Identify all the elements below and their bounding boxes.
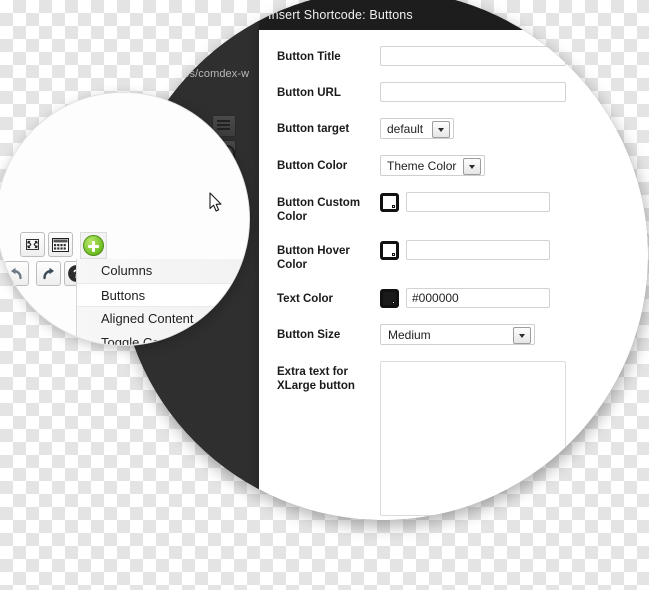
label-text-color: Text Color xyxy=(277,293,334,305)
dialog-title: Insert Shortcode: Buttons xyxy=(268,8,413,22)
label-button-size: Button Size xyxy=(277,329,341,341)
button-custom-color-input[interactable] xyxy=(406,192,550,212)
menu-item-toggle-content[interactable]: Toggle Content xyxy=(77,331,249,345)
menu-magnifier-circle: ? Columns Buttons Aligned Content Toggle… xyxy=(0,92,250,346)
insert-shortcode-dialog: Insert Shortcode: Buttons Button Title B… xyxy=(259,0,648,520)
color-swatch-icon[interactable] xyxy=(380,192,399,212)
field-row-button-title: Button Title xyxy=(259,46,648,66)
button-title-input[interactable] xyxy=(380,46,566,66)
label-button-custom-color: Button Custom Color xyxy=(277,197,361,223)
dialog-body: Button Title Button URL Button target de… xyxy=(259,30,648,520)
button-size-select[interactable]: Medium xyxy=(380,324,535,345)
add-shortcode-icon xyxy=(83,235,104,256)
fullscreen-button[interactable] xyxy=(20,232,45,257)
field-row-text-color: Text Color xyxy=(259,288,648,308)
text-color-input[interactable] xyxy=(406,288,550,308)
field-row-button-hover-color: Button Hover Color xyxy=(259,240,648,272)
chevron-down-icon xyxy=(463,158,481,175)
label-button-url: Button URL xyxy=(277,87,341,99)
fullscreen-icon xyxy=(26,239,39,250)
button-url-input[interactable] xyxy=(380,82,566,102)
chevron-down-icon xyxy=(432,121,450,138)
chevron-down-icon xyxy=(513,327,531,344)
color-swatch-icon[interactable] xyxy=(380,240,399,260)
field-row-button-url: Button URL xyxy=(259,82,648,102)
field-row-button-target: Button target default xyxy=(259,118,648,139)
menu-item-aligned-content[interactable]: Aligned Content xyxy=(77,307,249,331)
button-color-select[interactable]: Theme Color xyxy=(380,155,485,176)
field-row-extra-text: Extra text for XLarge button xyxy=(259,361,648,516)
label-button-color: Button Color xyxy=(277,160,348,172)
color-swatch-icon[interactable] xyxy=(380,288,399,308)
button-size-value: Medium xyxy=(388,327,431,342)
dialog-titlebar: Insert Shortcode: Buttons xyxy=(259,0,648,30)
transparency-canvas: m/themes/comdex-w page Insert Shortcode:… xyxy=(0,0,649,590)
menu-item-columns[interactable]: Columns xyxy=(77,259,249,283)
extra-text-textarea[interactable] xyxy=(380,361,566,516)
add-shortcode-button[interactable] xyxy=(80,232,107,259)
table-button[interactable] xyxy=(48,232,73,257)
undo-icon xyxy=(11,267,22,280)
table-icon xyxy=(52,237,69,252)
label-button-hover-color: Button Hover Color xyxy=(277,245,350,271)
field-row-button-size: Button Size Medium xyxy=(259,324,648,345)
field-row-button-color: Button Color Theme Color xyxy=(259,155,648,176)
label-button-target: Button target xyxy=(277,123,350,135)
button-target-select[interactable]: default xyxy=(380,118,454,139)
redo-icon xyxy=(43,267,54,280)
label-extra-text: Extra text for XLarge button xyxy=(277,366,355,392)
editor-url-text: m/themes/comdex-w xyxy=(146,68,250,80)
redo-button[interactable] xyxy=(36,261,61,286)
label-button-title: Button Title xyxy=(277,51,341,63)
undo-button[interactable] xyxy=(4,261,29,286)
shortcode-dropdown-menu: Columns Buttons Aligned Content Toggle C… xyxy=(76,259,249,345)
button-hover-color-input[interactable] xyxy=(406,240,550,260)
menu-item-buttons[interactable]: Buttons xyxy=(77,283,249,307)
field-row-button-custom-color: Button Custom Color xyxy=(259,192,648,224)
